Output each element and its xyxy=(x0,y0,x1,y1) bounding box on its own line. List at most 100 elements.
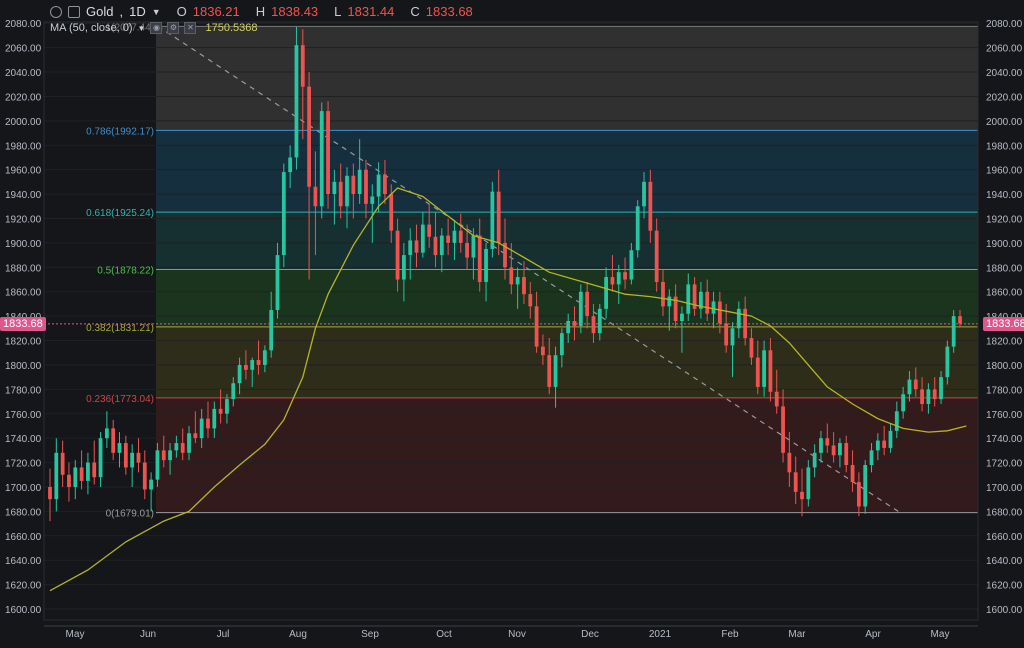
indicator-legend: MA (50, close, 0) ▼ ◉ ⚙ ✕ 1750.5368 xyxy=(50,22,257,34)
y-tick-label-left: 2000.00 xyxy=(5,117,42,128)
candle-body xyxy=(711,301,716,314)
candle-body xyxy=(920,389,924,404)
x-tick-label: Oct xyxy=(436,629,452,640)
eye-icon[interactable]: ◉ xyxy=(150,22,163,34)
candle-body xyxy=(446,235,451,243)
fib-band xyxy=(156,130,978,213)
candle-body xyxy=(667,296,672,307)
y-tick-label-left: 1600.00 xyxy=(5,605,42,616)
candle-body xyxy=(111,428,116,453)
candle-body xyxy=(281,172,286,256)
x-tick-label: Sep xyxy=(361,629,379,640)
y-tick-label-right: 1880.00 xyxy=(986,263,1023,274)
chevron-down-icon[interactable]: ▼ xyxy=(138,24,146,33)
candle-body xyxy=(629,250,634,280)
x-tick-label: Nov xyxy=(508,629,526,640)
y-tick-label-right: 1640.00 xyxy=(986,556,1023,567)
candle-body xyxy=(591,316,596,334)
candle-body xyxy=(168,450,172,461)
y-tick-label-right: 2000.00 xyxy=(986,117,1023,128)
x-tick-label: Dec xyxy=(581,629,599,640)
candle-body xyxy=(130,452,135,468)
candle-body xyxy=(585,291,590,317)
candle-body xyxy=(383,174,387,195)
candle-body xyxy=(844,443,849,466)
candle-body xyxy=(332,181,337,195)
collapse-icon[interactable] xyxy=(68,5,80,18)
candle-body xyxy=(882,440,887,448)
y-tick-label-right: 1740.00 xyxy=(986,434,1023,445)
y-tick-label-left: 1820.00 xyxy=(5,337,42,348)
interval-label[interactable]: 1D xyxy=(129,4,146,19)
candle-body xyxy=(831,445,836,456)
candle-body xyxy=(907,379,912,395)
fib-level-label: 0.382(1831.21) xyxy=(86,323,154,334)
candle-body xyxy=(427,224,432,237)
candle-body xyxy=(800,491,804,500)
last-price-tag-left: 1833.68 xyxy=(0,316,46,331)
candle-body xyxy=(623,272,627,280)
candle-body xyxy=(104,428,109,439)
candle-body xyxy=(389,194,394,231)
candle-body xyxy=(856,482,861,507)
ohlc-high-value: 1838.43 xyxy=(271,4,319,19)
candle-body xyxy=(901,394,906,412)
candle-body xyxy=(894,411,899,431)
x-tick-label: Feb xyxy=(721,629,739,640)
candle-body xyxy=(275,255,280,311)
y-tick-label-left: 1760.00 xyxy=(5,410,42,421)
symbol-label[interactable]: Gold xyxy=(86,4,113,19)
y-tick-label-left: 1800.00 xyxy=(5,361,42,372)
candle-body xyxy=(338,181,343,207)
candle-body xyxy=(819,438,823,453)
settings-icon[interactable]: ⚙ xyxy=(167,22,180,34)
y-tick-label-left: 1680.00 xyxy=(5,507,42,518)
visibility-icon[interactable] xyxy=(50,5,62,18)
candle-body xyxy=(98,438,103,478)
candle-body xyxy=(351,175,356,195)
candle-body xyxy=(755,357,760,387)
candle-body xyxy=(54,452,59,500)
y-tick-label-left: 2060.00 xyxy=(5,44,42,55)
indicator-value: 1750.5368 xyxy=(205,22,258,34)
candle-body xyxy=(838,443,842,456)
candle-body xyxy=(958,316,962,324)
candle-body xyxy=(180,443,185,453)
candle-body xyxy=(781,406,785,453)
y-tick-label-right: 1780.00 xyxy=(986,385,1023,396)
symbol-legend: Gold, 1D ▼ O 1836.21 H 1838.43 L 1831.44 C1… xyxy=(50,4,473,19)
candle-body xyxy=(294,45,299,158)
candle-body xyxy=(869,450,874,466)
chart-canvas[interactable]: 1(2077.44)0.786(1992.17)0.618(1925.24)0.… xyxy=(0,0,1024,648)
candle-body xyxy=(528,294,533,307)
x-tick-label: Jun xyxy=(140,629,156,640)
fib-band xyxy=(156,26,978,131)
candle-body xyxy=(597,308,602,334)
y-tick-label-right: 1720.00 xyxy=(986,459,1023,470)
chevron-down-icon[interactable]: ▼ xyxy=(152,7,161,17)
y-tick-label-left: 2080.00 xyxy=(5,19,42,30)
y-tick-label-right: 1940.00 xyxy=(986,190,1023,201)
y-tick-label-right: 1820.00 xyxy=(986,337,1023,348)
indicator-label[interactable]: MA (50, close, 0) xyxy=(50,22,133,34)
x-tick-label: Mar xyxy=(788,629,806,640)
candle-body xyxy=(187,433,191,453)
candle-body xyxy=(174,443,179,451)
candle-body xyxy=(161,450,166,461)
y-tick-label-left: 1780.00 xyxy=(5,385,42,396)
candle-body xyxy=(155,450,160,480)
candle-body xyxy=(48,486,52,500)
candle-body xyxy=(395,230,400,280)
candle-body xyxy=(730,328,735,346)
candle-body xyxy=(477,235,482,282)
y-tick-label-left: 1700.00 xyxy=(5,483,42,494)
time-axis: May Jun Jul Aug Sep Oct Nov Dec 2021 Feb Mar Apr May xyxy=(44,625,978,640)
candle-body xyxy=(787,452,792,473)
candle-body xyxy=(509,267,514,285)
candle-body xyxy=(86,462,90,481)
candle-body xyxy=(452,230,457,243)
candle-body xyxy=(686,284,691,314)
close-icon[interactable]: ✕ xyxy=(184,22,197,34)
candle-body xyxy=(913,379,918,390)
y-tick-label-right: 2080.00 xyxy=(986,19,1023,30)
